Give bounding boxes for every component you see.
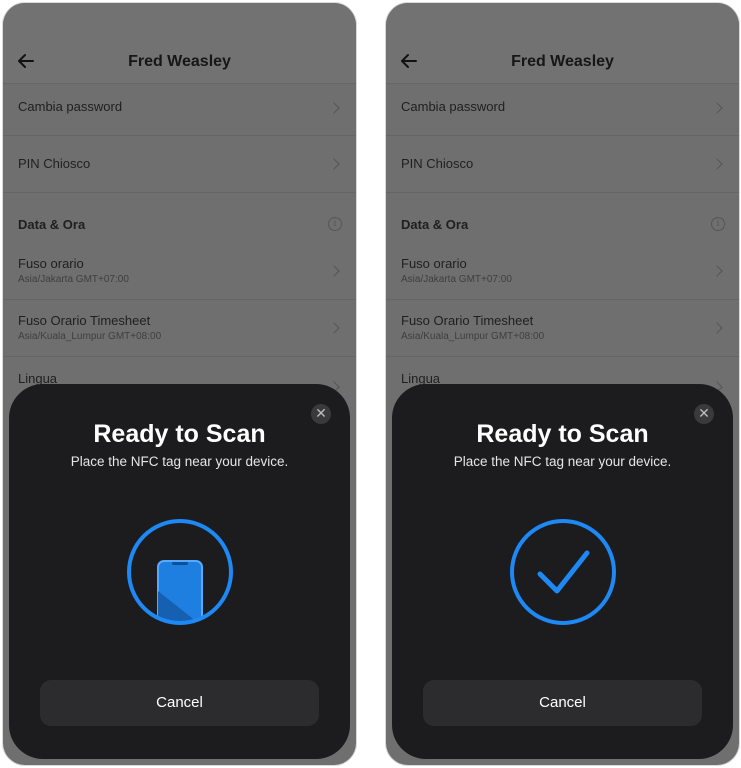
- settings-item-label: Fuso Orario Timesheet: [401, 313, 534, 328]
- nfc-scan-sheet: ✕ Ready to Scan Place the NFC tag near y…: [392, 384, 733, 759]
- settings-item-label: Cambia password: [401, 99, 506, 114]
- sheet-title: Ready to Scan: [476, 420, 649, 448]
- phone-screen-success: Fred Weasley Cambia password PIN Chiosco…: [386, 3, 739, 765]
- chevron-right-icon: [711, 265, 723, 277]
- info-icon[interactable]: i: [328, 217, 342, 231]
- settings-item-label: Cambia password: [18, 99, 123, 114]
- settings-item-label: PIN Chiosco: [18, 156, 91, 171]
- settings-item-value: Asia/Jakarta GMT+07:00: [18, 274, 129, 285]
- chevron-right-icon: [328, 265, 340, 277]
- chevron-right-icon: [711, 322, 723, 334]
- chevron-right-icon: [328, 158, 340, 170]
- section-title: Data & Ora: [18, 217, 86, 232]
- info-icon[interactable]: i: [711, 217, 725, 231]
- chevron-right-icon: [711, 102, 723, 114]
- settings-item-kiosk-pin[interactable]: PIN Chiosco: [3, 135, 356, 193]
- cancel-button[interactable]: Cancel: [40, 680, 319, 726]
- sheet-subtitle: Place the NFC tag near your device.: [70, 454, 289, 469]
- phone-screen-scanning: Fred Weasley Cambia password PIN Chiosco…: [3, 3, 356, 765]
- chevron-right-icon: [711, 158, 723, 170]
- settings-item-label: Fuso Orario Timesheet: [18, 313, 151, 328]
- settings-item-timezone[interactable]: Fuso orario Asia/Jakarta GMT+07:00: [386, 244, 739, 300]
- section-header-date-time: Data & Ora i: [3, 192, 356, 244]
- nfc-scan-sheet: ✕ Ready to Scan Place the NFC tag near y…: [9, 384, 350, 759]
- app-header: Fred Weasley: [386, 3, 739, 84]
- settings-item-label: PIN Chiosco: [401, 156, 474, 171]
- chevron-right-icon: [328, 102, 340, 114]
- app-header: Fred Weasley: [3, 3, 356, 84]
- settings-item-value: Asia/Kuala_Lumpur GMT+08:00: [401, 331, 545, 342]
- settings-item-label: Fuso orario: [18, 256, 84, 271]
- section-title: Data & Ora: [401, 217, 469, 232]
- chevron-right-icon: [328, 322, 340, 334]
- sheet-subtitle: Place the NFC tag near your device.: [453, 454, 672, 469]
- sheet-title: Ready to Scan: [93, 420, 266, 448]
- checkmark-icon: [509, 519, 616, 625]
- section-header-date-time: Data & Ora i: [386, 192, 739, 244]
- phone-nfc-icon: [126, 519, 233, 625]
- settings-item-timesheet-timezone[interactable]: Fuso Orario Timesheet Asia/Kuala_Lumpur …: [386, 299, 739, 357]
- settings-item-value: Asia/Kuala_Lumpur GMT+08:00: [18, 331, 162, 342]
- settings-item-timesheet-timezone[interactable]: Fuso Orario Timesheet Asia/Kuala_Lumpur …: [3, 299, 356, 357]
- settings-item-change-password[interactable]: Cambia password: [386, 83, 739, 136]
- page-title: Fred Weasley: [128, 53, 231, 70]
- settings-item-label: Fuso orario: [401, 256, 467, 271]
- settings-item-change-password[interactable]: Cambia password: [3, 83, 356, 136]
- page-title: Fred Weasley: [511, 53, 614, 70]
- settings-item-kiosk-pin[interactable]: PIN Chiosco: [386, 135, 739, 193]
- settings-item-value: Asia/Jakarta GMT+07:00: [401, 274, 512, 285]
- cancel-button[interactable]: Cancel: [423, 680, 702, 726]
- settings-item-timezone[interactable]: Fuso orario Asia/Jakarta GMT+07:00: [3, 244, 356, 300]
